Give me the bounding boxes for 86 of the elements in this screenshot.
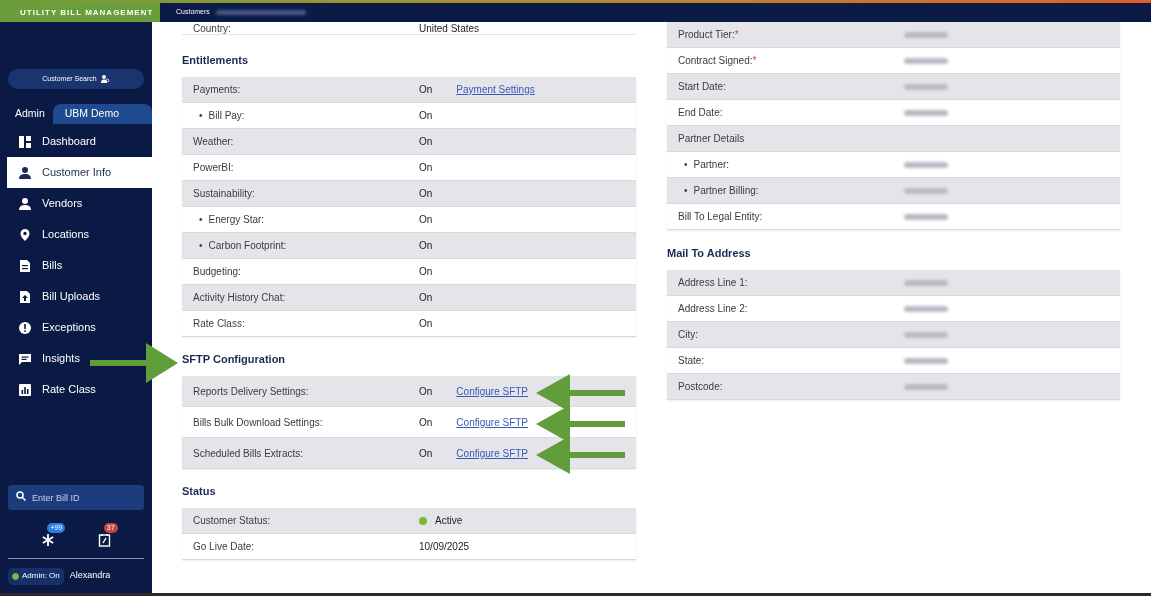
field-label: Country: <box>193 21 232 36</box>
nav-item[interactable]: Bill Uploads <box>7 281 105 312</box>
app-name: UTILITY BILL MANAGEMENT <box>20 6 154 19</box>
nav-item[interactable]: Dashboard <box>7 126 100 157</box>
person-icon <box>18 165 32 180</box>
field-label: Budgeting: <box>193 265 241 279</box>
field-value: United States <box>419 21 480 36</box>
search-icon <box>16 490 26 501</box>
settings-link[interactable]: Configure SFTP <box>456 445 529 461</box>
section-heading: Entitlements <box>182 52 249 68</box>
field-value: On <box>419 265 433 279</box>
field-label: Bill Pay: <box>208 109 245 123</box>
field-value: On <box>419 446 433 461</box>
upload-icon <box>18 289 32 304</box>
bullet: • <box>198 109 203 123</box>
section-heading: Mail To Address <box>667 245 752 261</box>
field-label: Reports Delivery Settings: <box>193 384 309 399</box>
field-label: Rate Class: <box>193 317 245 331</box>
field-label: Scheduled Bills Extracts: <box>193 446 304 461</box>
field-label: Go Live Date: <box>193 540 255 554</box>
field-label: City: <box>678 328 698 342</box>
field-label: Weather: <box>193 135 234 149</box>
field-value: On <box>419 239 433 253</box>
field-label: Activity History Chat: <box>193 291 286 305</box>
bill-icon <box>97 533 111 547</box>
field-label: Start Date: <box>678 80 726 94</box>
sidebar-tab[interactable]: UBM Demo <box>52 104 152 124</box>
nav-item[interactable]: Insights <box>7 343 84 374</box>
field-value: On <box>419 291 433 305</box>
user-search-icon <box>100 75 110 83</box>
field-label: Customer Status: <box>193 514 271 528</box>
field-label: Partner: <box>693 158 730 172</box>
field-value: On <box>419 161 433 175</box>
field-value: On <box>419 109 433 123</box>
document-icon <box>18 258 32 273</box>
field-label: Payments: <box>193 83 241 97</box>
section-heading: Status <box>182 483 217 499</box>
section-heading: SFTP Configuration <box>182 351 287 367</box>
bullet: • <box>683 158 688 172</box>
field-label: Partner Billing: <box>693 184 759 198</box>
field-value: 10/09/2025 <box>419 540 470 554</box>
field-value: On <box>419 187 433 201</box>
dashboard-icon <box>18 134 32 149</box>
field-label: End Date: <box>678 106 723 120</box>
bullet: • <box>198 239 203 253</box>
message-icon <box>18 351 32 366</box>
nav-item[interactable]: Customer Info <box>7 157 152 188</box>
field-label: Energy Star: <box>208 213 265 227</box>
settings-link[interactable]: Payment Settings <box>456 82 535 97</box>
settings-link[interactable]: Configure SFTP <box>456 383 529 399</box>
bill-id-field[interactable]: Enter Bill ID <box>8 485 144 510</box>
field-value: On <box>419 317 433 331</box>
field-value: On <box>419 415 433 430</box>
field-label: Bills Bulk Download Settings: <box>193 415 323 430</box>
chart-icon <box>18 382 32 397</box>
field-label: Product Tier:* <box>678 28 739 42</box>
pin-icon <box>18 227 32 242</box>
field-value: On <box>419 213 433 227</box>
asterisk-icon <box>41 533 56 547</box>
bullet: • <box>683 184 688 198</box>
field-value: On <box>419 384 433 399</box>
field-label: Carbon Footprint: <box>208 239 287 253</box>
field-label: Contract Signed:* <box>678 54 757 68</box>
sidebar-tab[interactable]: Admin <box>7 104 53 124</box>
alert-icon <box>18 320 32 335</box>
field-label: Address Line 1: <box>678 276 748 290</box>
nav-item[interactable]: Exceptions <box>7 312 100 343</box>
nav-item[interactable]: Vendors <box>7 188 87 219</box>
field-label: Sustainability: <box>193 187 255 201</box>
field-label: Bill To Legal Entity: <box>678 210 763 224</box>
field-label: Postcode: <box>678 380 723 394</box>
nav-item[interactable]: Locations <box>7 219 94 250</box>
nav-item[interactable]: Rate Class <box>7 374 100 405</box>
settings-link[interactable]: Configure SFTP <box>456 414 529 430</box>
field-label: Address Line 2: <box>678 302 748 316</box>
field-value: Active <box>435 514 463 528</box>
nav-item[interactable]: Bills <box>7 250 67 281</box>
field-label: State: <box>678 354 705 368</box>
field-value: On <box>419 83 433 97</box>
person-icon <box>18 196 32 211</box>
admin-toggle[interactable]: Admin: On <box>8 567 64 585</box>
field-label: Partner Details <box>678 132 745 146</box>
bullet: • <box>198 213 203 227</box>
user-name: Alexandra <box>69 569 111 583</box>
field-label: PowerBI: <box>193 161 234 175</box>
field-value: On <box>419 135 433 149</box>
